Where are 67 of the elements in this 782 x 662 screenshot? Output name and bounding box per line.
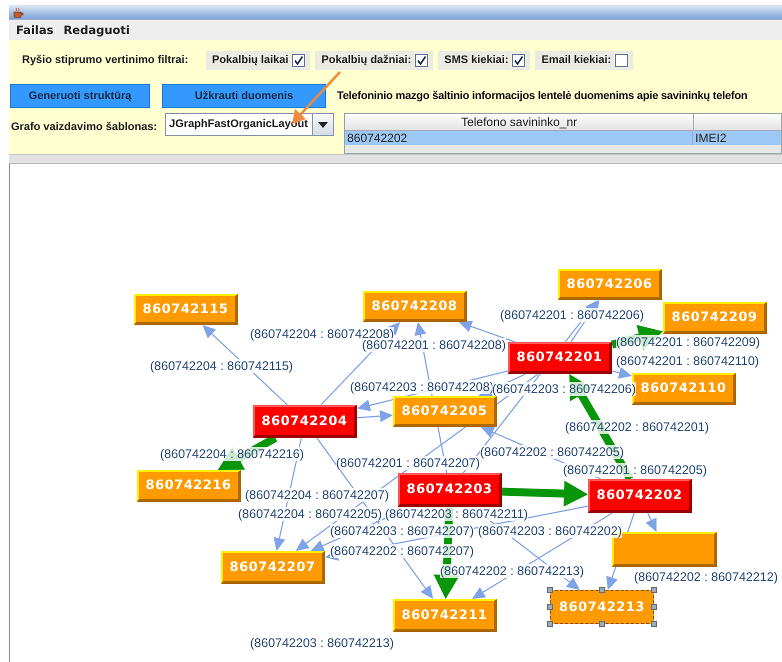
edge-label: (860742201 : 860742110) (616, 354, 759, 368)
graph-node[interactable]: 860742216 (137, 470, 241, 502)
caret-icon (318, 122, 328, 128)
graph-node[interactable]: 860742201 (508, 342, 612, 374)
layout-dropdown[interactable]: JGraphFastOrganicLayout (165, 113, 334, 136)
edge-label: (860742202 : 860742201) (565, 420, 709, 434)
edge-label: (860742201 : 860742208) (362, 338, 506, 352)
checkbox[interactable] (292, 54, 306, 66)
edge-label: (860742204 : 860742115) (150, 359, 293, 373)
resize-handle[interactable] (599, 587, 605, 593)
table-title: Telefoninio mazgo šaltinio informacijos lentelė duomenims apie savininkų telefon (337, 90, 748, 102)
filter-option-label: SMS kiekiai: (444, 54, 508, 66)
checkbox[interactable] (615, 54, 628, 66)
generate-button[interactable]: Generuoti struktūrą (10, 84, 150, 108)
checkbox[interactable] (512, 54, 526, 66)
edge-label: (860742204 : 860742216) (160, 447, 304, 461)
cup-icon (13, 6, 24, 18)
edge-label: (860742201 : 860742205) (563, 463, 707, 477)
edge-label: (860742203 : 860742206) (492, 382, 636, 396)
filter-option-label: Pokalbių dažniai: (321, 54, 412, 66)
edge-label: (860742203 : 860742211) (385, 507, 528, 521)
filter-option-label: Email kiekiai: (541, 54, 612, 66)
table-cell: 860742202 (345, 131, 694, 145)
graph-node[interactable]: 860742115 (134, 294, 238, 325)
edge-label: (860742203 : 860742208) (350, 380, 494, 394)
edge-label: (860742202 : 860742213) (440, 564, 584, 578)
edge-label: (860742203 : 860742202) (478, 524, 622, 538)
graph-node[interactable]: 860742209 (663, 302, 767, 334)
resize-handle[interactable] (651, 621, 657, 627)
graph-node[interactable]: 860742205 (393, 396, 497, 427)
edge-label: (860742202 : 860742207) (330, 544, 474, 558)
resize-handle[interactable] (547, 587, 553, 593)
edge-label: (860742201 : 860742206) (500, 308, 644, 322)
edge-label: (860742201 : 860742209) (616, 335, 760, 349)
edge-arrow (612, 367, 632, 379)
edge-label: (860742202 : 860742212) (634, 570, 778, 584)
edge-label: (860742204 : 860742207) (245, 488, 389, 502)
menu-item[interactable]: Failas (11, 23, 58, 37)
filter-option-label: Pokalbių laikai (212, 54, 288, 66)
layout-label: Grafo vaizdavimo šablonas: (11, 121, 158, 133)
filter-label: Ryšio stiprumo vertinimo filtrai: (22, 54, 190, 66)
resize-handle[interactable] (651, 587, 657, 593)
edge-label: (860742201 : 860742207) (336, 456, 480, 470)
graph-node[interactable]: 860742208 (363, 291, 467, 322)
checkbox[interactable] (415, 54, 428, 66)
edge-label: (860742202 : 860742205) (480, 445, 624, 459)
resize-handle[interactable] (651, 604, 657, 610)
graph-node[interactable]: 860742211 (393, 599, 497, 632)
graph-node[interactable]: 860742213 (550, 590, 654, 624)
splitter-bar[interactable] (9, 154, 782, 163)
table-row[interactable]: 860742202 IMEI2 (345, 131, 781, 145)
menu-item[interactable]: Redaguoti (58, 23, 135, 37)
graph-node[interactable]: 860742206 (558, 269, 662, 300)
graph-node[interactable]: 860742207 (221, 551, 325, 584)
graph-node[interactable]: 860742204 (253, 405, 357, 438)
resize-handle[interactable] (599, 621, 605, 627)
graph-node[interactable]: 860742202 (588, 479, 692, 513)
resize-handle[interactable] (547, 621, 553, 627)
edge-label: (860742203 : 860742213) (250, 636, 394, 650)
edge-arrow (646, 512, 657, 532)
edge-label: (860742204 : 860742205) (238, 507, 382, 521)
edge-label: (860742203 : 860742207) (330, 524, 474, 538)
resize-handle[interactable] (547, 604, 553, 610)
table-cell-text: IMEI2 (694, 131, 728, 145)
graph-node[interactable]: 860742203 (398, 473, 502, 507)
edge-label: (860742204 : 860742208) (250, 327, 394, 341)
load-button[interactable]: Užkrauti duomenis (162, 84, 326, 108)
